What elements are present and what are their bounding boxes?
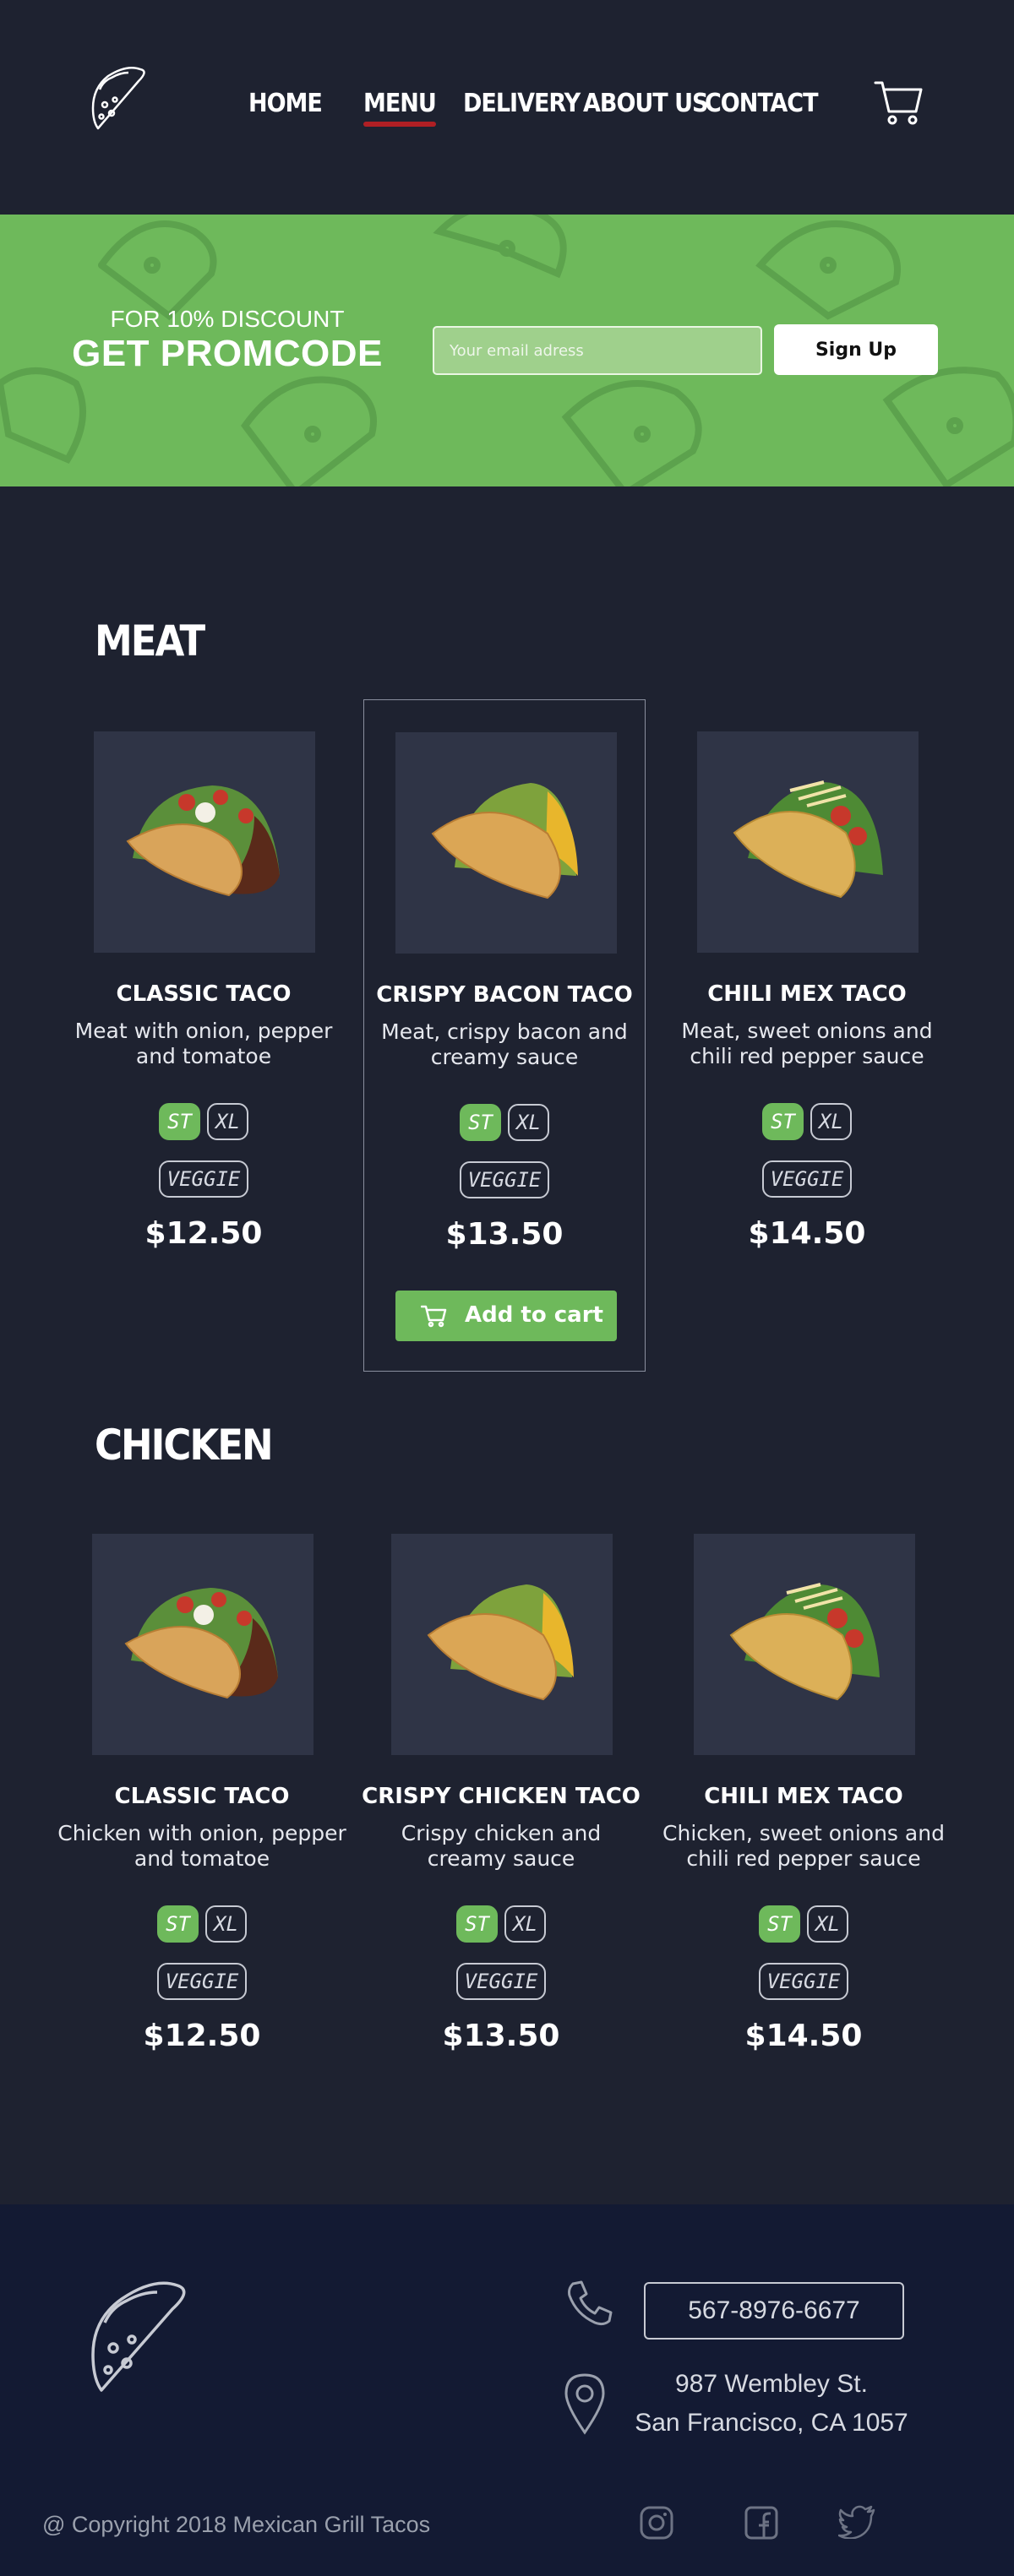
nav-menu[interactable]: MENU <box>363 84 437 127</box>
item-description: Chicken with onion, pepper and tomatoe <box>57 1821 346 1871</box>
size-st-option[interactable]: ST <box>762 1103 804 1140</box>
promo-headline: GET PROMCODE <box>72 333 383 374</box>
item-description: Chicken, sweet onions and chili red pepp… <box>662 1821 945 1871</box>
item-description: Crispy chicken and creamy sauce <box>401 1821 602 1871</box>
size-xl-option[interactable]: XL <box>810 1103 852 1140</box>
address-line-2: San Francisco, CA 1057 <box>635 2409 908 2437</box>
item-price: $12.50 <box>143 2019 261 2053</box>
size-xl-option[interactable]: XL <box>207 1103 248 1140</box>
menu-card[interactable]: CHILI MEX TACO Chicken, sweet onions and… <box>662 1502 945 2053</box>
taco-image-icon <box>431 783 578 899</box>
nav-about-us[interactable]: ABOUT US <box>583 84 708 127</box>
promo-banner: FOR 10% DISCOUNT GET PROMCODE Sign Up <box>0 215 1014 486</box>
size-xl-option[interactable]: XL <box>504 1905 546 1943</box>
menu-card[interactable]: CHILI MEX TACO Meat, sweet onions and ch… <box>666 699 948 1251</box>
section-title-chicken: CHICKEN <box>95 1421 274 1470</box>
item-price: $13.50 <box>442 2019 560 2053</box>
nav-home[interactable]: HOME <box>248 84 323 127</box>
size-xl-option[interactable]: XL <box>807 1905 848 1943</box>
promo-discount-text: FOR 10% DISCOUNT <box>110 306 345 332</box>
add-to-cart-button[interactable]: Add to cart <box>395 1291 617 1341</box>
item-name: CLASSIC TACO <box>116 981 292 1007</box>
item-price: $14.50 <box>748 1216 866 1251</box>
item-price: $12.50 <box>144 1216 263 1251</box>
veggie-option-row: VEGGIE <box>63 1160 345 1198</box>
menu-card[interactable]: CLASSIC TACO Chicken with onion, pepper … <box>57 1502 346 2053</box>
item-name: CRISPY CHICKEN TACO <box>362 1784 641 1809</box>
facebook-icon[interactable] <box>744 2505 779 2541</box>
cart-icon <box>421 1305 447 1328</box>
size-xl-option[interactable]: XL <box>508 1104 549 1141</box>
veggie-option[interactable]: VEGGIE <box>758 1963 849 2000</box>
phone-icon <box>568 2280 613 2326</box>
size-st-option[interactable]: ST <box>159 1103 200 1140</box>
taco-image <box>391 1534 613 1755</box>
taco-image <box>694 1534 915 1755</box>
item-description: Meat with onion, pepper and tomatoe <box>74 1019 333 1068</box>
veggie-option-row: VEGGIE <box>364 1161 645 1198</box>
cart-icon[interactable] <box>874 78 923 127</box>
item-description: Meat, crispy bacon and creamy sauce <box>381 1019 628 1069</box>
nav-delivery[interactable]: DELIVERY <box>463 84 581 127</box>
sign-up-button[interactable]: Sign Up <box>774 324 938 375</box>
size-options: ST XL <box>666 1103 948 1140</box>
taco-image <box>94 731 315 953</box>
location-pin-icon <box>564 2373 605 2435</box>
email-field[interactable] <box>433 326 762 375</box>
size-st-option[interactable]: ST <box>456 1905 498 1943</box>
taco-image <box>697 731 919 953</box>
item-name: CLASSIC TACO <box>114 1784 290 1809</box>
main-nav: HOME MENU DELIVERY ABOUT US CONTACT <box>0 84 1014 127</box>
veggie-option[interactable]: VEGGIE <box>761 1160 853 1198</box>
instagram-icon[interactable] <box>639 2505 674 2541</box>
section-title-meat: MEAT <box>95 617 205 666</box>
size-xl-option[interactable]: XL <box>205 1905 247 1943</box>
taco-image-icon <box>126 785 280 897</box>
veggie-option-row: VEGGIE <box>61 1963 343 2000</box>
copyright-text: @ Copyright 2018 Mexican Grill Tacos <box>42 2512 431 2537</box>
size-options: ST XL <box>364 1104 645 1141</box>
size-options: ST XL <box>662 1905 945 1943</box>
size-options: ST XL <box>63 1103 345 1140</box>
site-header: HOME MENU DELIVERY ABOUT US CONTACT <box>0 0 1014 215</box>
item-name: CHILI MEX TACO <box>704 1784 903 1809</box>
taco-image-icon <box>733 780 883 899</box>
item-price: $13.50 <box>445 1217 564 1252</box>
menu-card[interactable]: CLASSIC TACO Meat with onion, pepper and… <box>63 699 345 1251</box>
size-st-option[interactable]: ST <box>759 1905 800 1943</box>
add-to-cart-label: Add to cart <box>465 1302 603 1328</box>
item-description: Meat, sweet onions and chili red pepper … <box>681 1019 933 1068</box>
item-name: CHILI MEX TACO <box>707 981 907 1007</box>
item-name: CRISPY BACON TACO <box>376 982 633 1008</box>
phone-number[interactable]: 567-8976-6677 <box>644 2282 904 2340</box>
taco-image-icon <box>729 1583 880 1701</box>
menu-card-selected[interactable]: CRISPY BACON TACO Meat, crispy bacon and… <box>363 699 646 1372</box>
taco-image <box>92 1534 313 1755</box>
veggie-option[interactable]: VEGGIE <box>158 1160 249 1198</box>
size-options: ST XL <box>61 1905 343 1943</box>
size-options: ST XL <box>360 1905 642 1943</box>
taco-image <box>395 732 617 954</box>
veggie-option-row: VEGGIE <box>666 1160 948 1198</box>
twitter-icon[interactable] <box>838 2505 875 2539</box>
taco-image-icon <box>124 1588 278 1699</box>
veggie-option-row: VEGGIE <box>662 1963 945 2000</box>
taco-logo-icon[interactable] <box>88 2280 198 2395</box>
menu-card[interactable]: CRISPY CHICKEN TACO Crispy chicken and c… <box>360 1502 642 2053</box>
veggie-option-row: VEGGIE <box>360 1963 642 2000</box>
taco-image-icon <box>427 1584 574 1701</box>
site-footer: 567-8976-6677 987 Wembley St. San Franci… <box>0 2204 1014 2576</box>
item-price: $14.50 <box>744 2019 863 2053</box>
address-line-1: 987 Wembley St. <box>675 2370 868 2398</box>
veggie-option[interactable]: VEGGIE <box>156 1963 248 2000</box>
size-st-option[interactable]: ST <box>157 1905 199 1943</box>
veggie-option[interactable]: VEGGIE <box>455 1963 547 2000</box>
veggie-option[interactable]: VEGGIE <box>459 1161 550 1198</box>
size-st-option[interactable]: ST <box>460 1104 501 1141</box>
nav-contact[interactable]: CONTACT <box>705 84 819 127</box>
